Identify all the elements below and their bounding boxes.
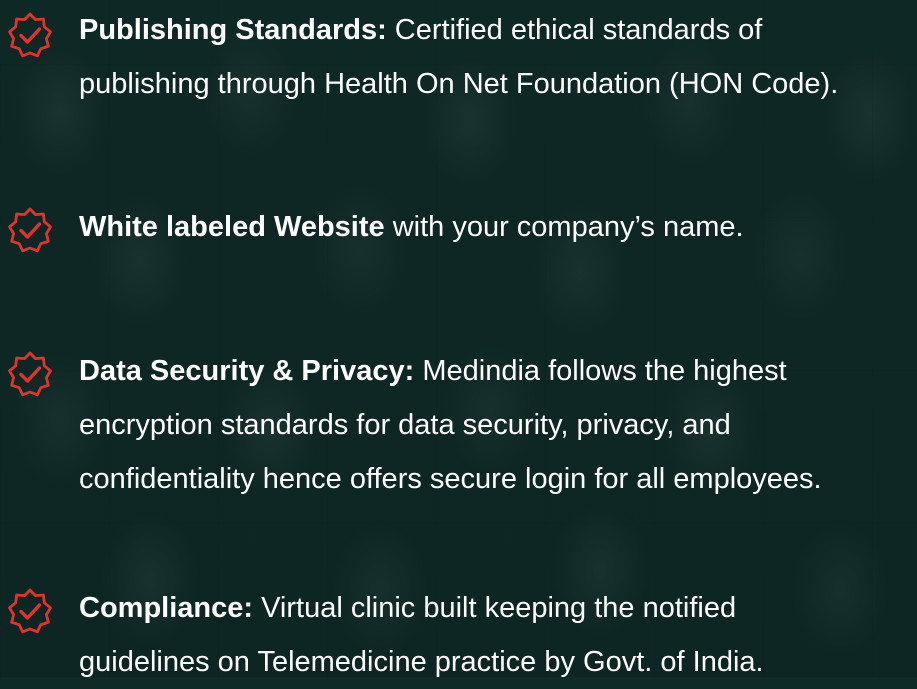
verified-badge-icon xyxy=(6,350,54,398)
feature-description: Virtual clinic built keeping the notifie… xyxy=(253,592,737,624)
feature-description-line: encryption standards for data security, … xyxy=(79,409,731,441)
feature-text: Compliance: Virtual clinic built keeping… xyxy=(79,581,913,689)
feature-text: Publishing Standards: Certified ethical … xyxy=(79,3,913,111)
feature-title: Compliance: xyxy=(79,592,254,624)
feature-description: Certified ethical standards of xyxy=(386,14,763,46)
feature-title: Data Security & Privacy: xyxy=(79,355,415,387)
feature-text: White labeled Website with your company’… xyxy=(79,200,913,254)
feature-text: Data Security & Privacy: Medindia follow… xyxy=(79,344,913,506)
feature-description-line: confidentiality hence offers secure logi… xyxy=(79,463,822,495)
verified-badge-icon xyxy=(6,11,54,59)
feature-title: White labeled Website xyxy=(79,211,385,243)
feature-description: with your company’s name. xyxy=(384,211,744,243)
feature-description-line: publishing through Health On Net Foundat… xyxy=(79,68,839,100)
feature-title: Publishing Standards: xyxy=(79,14,387,46)
feature-description: Medindia follows the highest xyxy=(414,355,787,387)
verified-badge-icon xyxy=(6,206,54,254)
verified-badge-icon xyxy=(6,587,54,635)
feature-description-line: guidelines on Telemedicine practice by G… xyxy=(79,646,764,678)
